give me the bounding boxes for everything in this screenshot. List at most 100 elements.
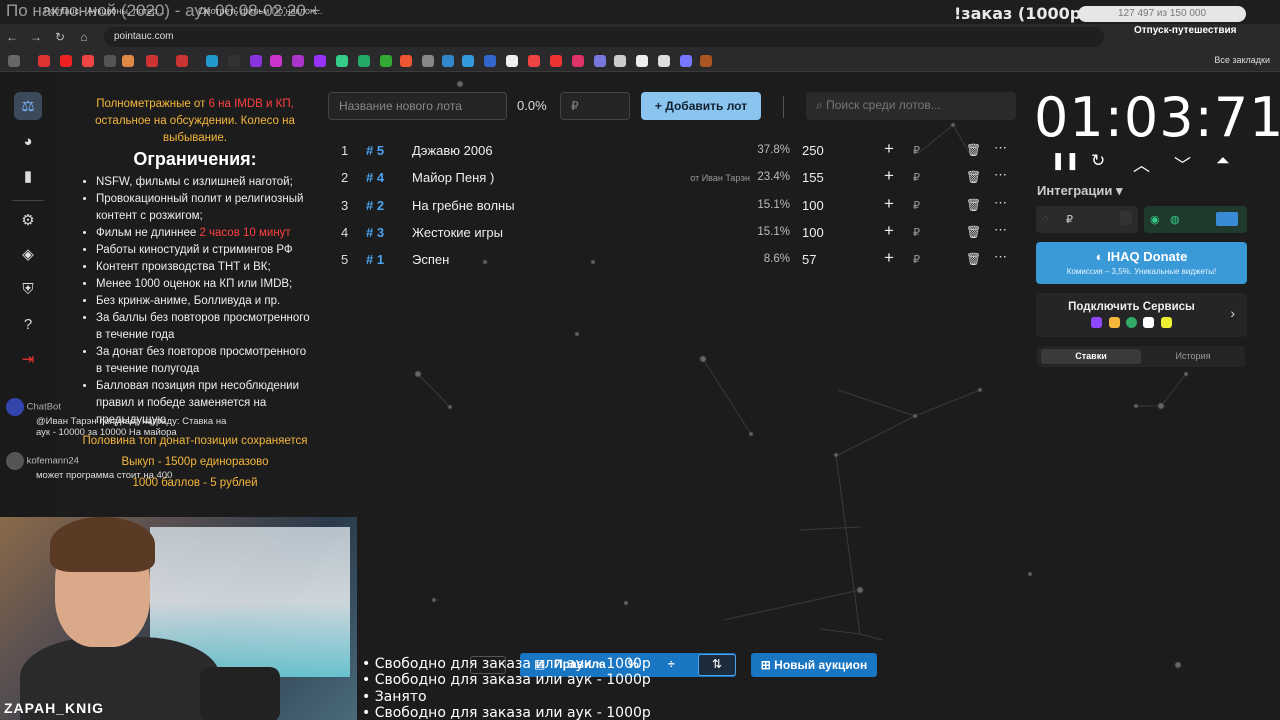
help-icon[interactable]: ? — [14, 310, 42, 338]
bookmark-icon[interactable] — [680, 55, 692, 67]
trash-icon[interactable]: 🗑 — [966, 252, 981, 266]
bookmark-icon[interactable] — [122, 55, 134, 67]
bookmark-icon[interactable] — [636, 55, 648, 67]
bookmark-icon[interactable] — [700, 55, 712, 67]
bookmark-icon[interactable] — [484, 55, 496, 67]
add-amount-button[interactable]: + — [884, 166, 894, 186]
apps-icon[interactable] — [8, 55, 20, 67]
lot-amount[interactable]: 155 — [802, 170, 824, 185]
integrations-toggle[interactable]: Интеграции ▾ — [1037, 183, 1123, 199]
add-amount-button[interactable]: + — [884, 221, 894, 241]
lot-name[interactable]: Дэжавю 2006 — [412, 143, 493, 158]
bookmark-icon[interactable] — [176, 55, 188, 67]
more-icon[interactable]: ⋯ — [994, 222, 1007, 238]
bookmark-icon[interactable] — [82, 55, 94, 67]
add-amount-button[interactable]: + — [884, 139, 894, 159]
more-icon[interactable]: ⋯ — [994, 140, 1007, 156]
double-chevron-up-icon[interactable]: ⏶ — [1216, 151, 1230, 171]
lot-amount[interactable]: 100 — [802, 225, 824, 240]
bets-history-tabs: Ставки История — [1037, 346, 1245, 367]
gavel-icon[interactable]: ⚖ — [14, 92, 42, 120]
donatello-icon — [1108, 317, 1120, 328]
donate-banner[interactable]: ◐ IHAQ Donate Комиссия – 3,5%. Уникальны… — [1036, 242, 1247, 284]
tab-bets[interactable]: Ставки — [1041, 349, 1141, 364]
trash-icon[interactable]: 🗑 — [966, 143, 981, 157]
integration-points[interactable]: ◌ ₽ — [1036, 206, 1138, 233]
chevron-up-icon[interactable]: ︿ — [1133, 151, 1150, 176]
chevron-down-icon[interactable]: ﹀ — [1174, 151, 1191, 176]
bookmark-icon[interactable] — [550, 55, 562, 67]
more-icon[interactable]: ⋯ — [994, 195, 1007, 211]
bookmark-icon[interactable] — [60, 55, 72, 67]
bookmark-icon[interactable] — [422, 55, 434, 67]
logout-icon[interactable]: ⇥ — [14, 345, 42, 373]
bookmark-icon[interactable] — [506, 55, 518, 67]
tab-history[interactable]: История — [1145, 349, 1241, 364]
donation-goal-text: 127 497 из 150 000 — [1117, 8, 1207, 19]
bookmark-icon[interactable] — [572, 55, 584, 67]
new-lot-input[interactable]: Название нового лота — [328, 92, 507, 120]
lot-amount[interactable]: 250 — [802, 143, 824, 158]
bookmark-icon[interactable] — [658, 55, 670, 67]
all-bookmarks-link[interactable]: Все закладки — [1214, 55, 1270, 65]
trash-icon[interactable]: 🗑 — [966, 170, 981, 184]
lot-amount[interactable]: 57 — [802, 252, 816, 267]
bookmark-icon[interactable] — [614, 55, 626, 67]
lot-name[interactable]: Жестокие игры — [412, 225, 503, 240]
bookmark-icon[interactable] — [270, 55, 282, 67]
more-icon[interactable]: ⋯ — [994, 167, 1007, 183]
reload-icon[interactable]: ↻ — [48, 30, 72, 44]
trash-icon[interactable]: 🗑 — [966, 198, 981, 212]
trash-icon[interactable]: 🗑 — [966, 225, 981, 239]
back-icon[interactable]: ← — [0, 30, 24, 44]
layers-icon[interactable]: ◈ — [14, 240, 42, 268]
lot-search-input[interactable]: ⌕ Поиск среди лотов... — [806, 92, 1016, 120]
bookmark-icon[interactable] — [206, 55, 218, 67]
sort-icon[interactable]: ⇅ — [698, 654, 736, 676]
forward-icon[interactable]: → — [24, 30, 48, 44]
bookmark-icon[interactable] — [400, 55, 412, 67]
bookmark-icon[interactable] — [358, 55, 370, 67]
pause-icon[interactable]: ❚❚ — [1051, 151, 1080, 171]
bookmark-icon[interactable] — [146, 55, 158, 67]
divide-icon[interactable]: ÷ — [668, 657, 675, 671]
add-amount-button[interactable]: + — [884, 248, 894, 268]
rules-intro-end: остальное на обсуждении. Колесо на выбыв… — [95, 115, 295, 144]
gear-icon[interactable]: ⚙ — [14, 206, 42, 234]
home-icon[interactable]: ⌂ — [72, 30, 96, 44]
bookmark-icon[interactable] — [292, 55, 304, 67]
new-lot-amount-input[interactable]: ₽ — [560, 92, 630, 120]
shield-icon[interactable]: ⛨ — [14, 275, 42, 303]
bookmark-icon[interactable] — [442, 55, 454, 67]
bookmark-icon[interactable] — [594, 55, 606, 67]
order-slot: • Свободно для заказа или аук - 1000р — [362, 656, 651, 672]
wheel-icon[interactable]: ◕ — [14, 127, 42, 155]
stats-icon[interactable]: ▮ — [14, 162, 42, 190]
bookmark-icon[interactable] — [314, 55, 326, 67]
integration-donates[interactable]: ◉ ◍ — [1144, 206, 1247, 233]
bookmark-icon[interactable] — [528, 55, 540, 67]
auction-timer: 01:03:71 — [1034, 86, 1280, 149]
lot-name[interactable]: На гребне волны — [412, 198, 515, 213]
url-field[interactable]: pointauc.com — [104, 27, 1104, 47]
lot-name[interactable]: Эспен — [412, 252, 449, 267]
bookmark-icon[interactable] — [380, 55, 392, 67]
lot-percent: 15.1% — [757, 198, 790, 211]
restart-icon[interactable]: ↻ — [1091, 151, 1105, 171]
bookmark-icon[interactable] — [38, 55, 50, 67]
bookmark-icon[interactable] — [462, 55, 474, 67]
rules-heading: Ограничения: — [133, 149, 257, 169]
lot-amount[interactable]: 100 — [802, 198, 824, 213]
lot-name[interactable]: Майор Пеня ) — [412, 170, 494, 185]
bookmark-icon[interactable] — [228, 55, 240, 67]
connect-services-button[interactable]: Подключить Сервисы › — [1036, 293, 1247, 337]
bookmark-icon[interactable] — [336, 55, 348, 67]
more-icon[interactable]: ⋯ — [994, 249, 1007, 265]
add-lot-button[interactable]: + Добавить лот — [641, 92, 761, 120]
toolbar-divider — [783, 96, 784, 118]
lots-list: 1 # 5 Дэжавю 2006 37.8% 250 + ₽ 🗑 ⋯ 2 # … — [330, 137, 1020, 273]
bookmark-icon[interactable] — [104, 55, 116, 67]
bookmark-icon[interactable] — [250, 55, 262, 67]
add-amount-button[interactable]: + — [884, 194, 894, 214]
new-auction-button[interactable]: ⊞ Новый аукцион — [751, 653, 877, 677]
